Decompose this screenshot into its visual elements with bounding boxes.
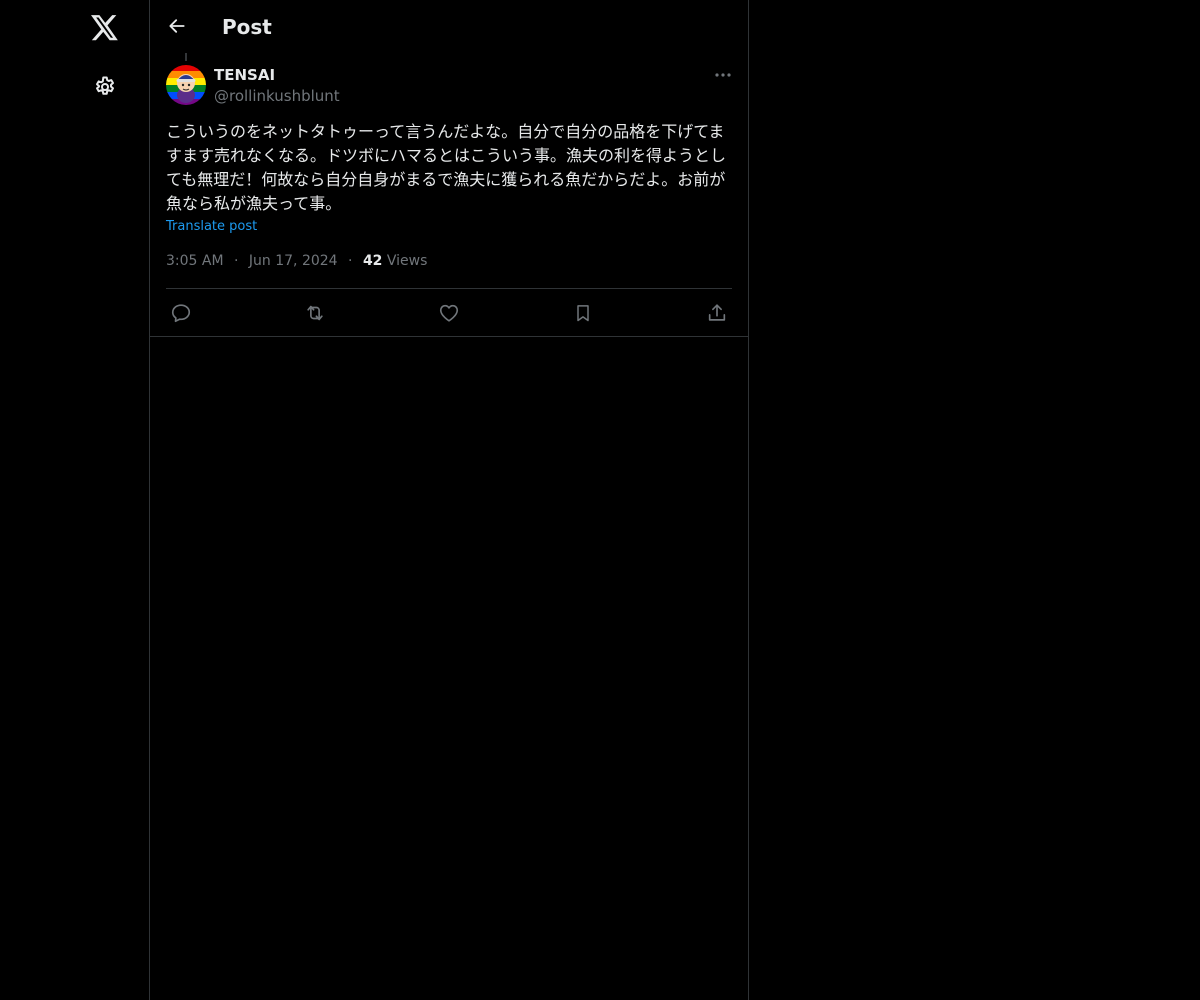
reply-icon bbox=[171, 304, 191, 323]
more-button[interactable] bbox=[710, 63, 736, 87]
back-button[interactable] bbox=[160, 9, 194, 43]
post-time[interactable]: 3:05 AM bbox=[166, 253, 224, 269]
reply-button[interactable] bbox=[167, 301, 195, 325]
post: TENSAI @rollinkushblunt こういうのをネットタトゥーって言… bbox=[150, 53, 748, 337]
post-actions bbox=[166, 288, 732, 336]
meta-separator: · bbox=[348, 253, 353, 269]
left-nav bbox=[0, 0, 149, 1000]
share-button[interactable] bbox=[703, 301, 731, 325]
x-logo-icon[interactable] bbox=[83, 6, 127, 50]
avatar[interactable] bbox=[166, 65, 206, 105]
views-count: 42 bbox=[362, 253, 383, 269]
page-title: Post bbox=[222, 15, 272, 39]
bookmark-button[interactable] bbox=[569, 301, 597, 325]
bookmark-icon bbox=[577, 305, 589, 322]
app-window: Post TENSAI @rollinkushblunt こういうのをネットタト… bbox=[0, 0, 1200, 1000]
page-header: Post bbox=[150, 0, 748, 53]
arrow-left-icon bbox=[169, 19, 185, 33]
like-button[interactable] bbox=[435, 301, 463, 325]
author-handle[interactable]: @rollinkushblunt bbox=[214, 86, 340, 106]
repost-button[interactable] bbox=[301, 301, 329, 325]
post-meta: 3:05 AM · Jun 17, 2024 · 42 Views bbox=[166, 251, 427, 271]
gear-icon[interactable] bbox=[83, 65, 127, 109]
views-label: Views bbox=[386, 253, 428, 269]
more-horizontal-icon bbox=[715, 73, 731, 77]
meta-separator: · bbox=[234, 253, 239, 269]
main-column: Post TENSAI @rollinkushblunt こういうのをネットタト… bbox=[149, 0, 749, 1000]
translate-post-link[interactable]: Translate post bbox=[166, 217, 257, 237]
post-date[interactable]: Jun 17, 2024 bbox=[249, 253, 338, 269]
post-text: こういうのをネットタトゥーって言うんだよな。自分で自分の品格を下げてますます売れ… bbox=[166, 122, 727, 213]
repost-icon bbox=[307, 305, 323, 321]
share-icon bbox=[708, 304, 726, 321]
heart-icon bbox=[439, 304, 459, 322]
author-display-name[interactable]: TENSAI bbox=[214, 65, 275, 85]
